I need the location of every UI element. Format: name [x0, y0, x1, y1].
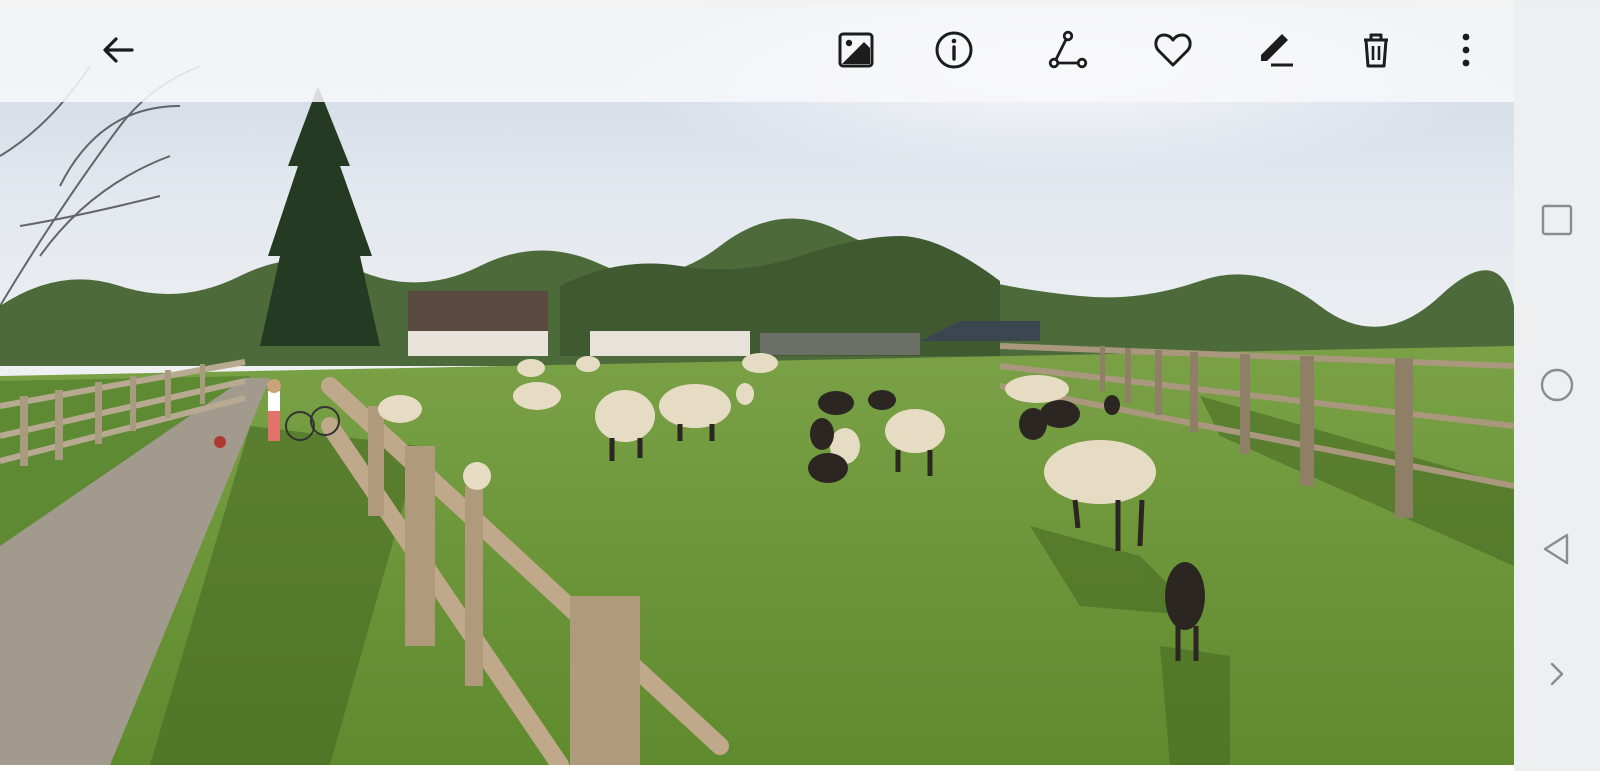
- photo-image: [0, 6, 1514, 765]
- system-navigation-bar: [1514, 0, 1600, 771]
- photo-toolbar: [0, 6, 1514, 102]
- chevron-right-icon: [1550, 662, 1564, 686]
- expand-nav-button[interactable]: [1534, 651, 1580, 697]
- heart-icon: [1154, 33, 1192, 67]
- image-icon: [838, 32, 874, 68]
- gallery-photo-viewer: [0, 0, 1600, 771]
- info-button[interactable]: [926, 22, 982, 78]
- more-options-button[interactable]: [1438, 22, 1494, 78]
- back-triangle-icon: [1543, 533, 1569, 565]
- share-button[interactable]: [1040, 22, 1096, 78]
- home-button[interactable]: [1534, 362, 1580, 408]
- recents-button[interactable]: [1534, 197, 1580, 243]
- back-nav-button[interactable]: [1534, 526, 1580, 572]
- delete-button[interactable]: [1348, 22, 1404, 78]
- info-icon: [935, 31, 973, 69]
- edit-icon: [1261, 34, 1293, 67]
- home-circle-icon: [1540, 368, 1574, 402]
- recents-square-icon: [1541, 204, 1573, 236]
- photo-sheep-field[interactable]: [0, 6, 1514, 765]
- back-arrow-icon: [103, 37, 134, 63]
- edit-button[interactable]: [1247, 22, 1303, 78]
- trash-icon: [1364, 33, 1388, 68]
- share-icon: [1048, 30, 1088, 69]
- favorite-button[interactable]: [1145, 22, 1201, 78]
- image-details-button[interactable]: [828, 22, 884, 78]
- back-button[interactable]: [90, 22, 146, 78]
- bottom-edge: [0, 765, 1514, 771]
- more-vert-icon: [1462, 33, 1470, 67]
